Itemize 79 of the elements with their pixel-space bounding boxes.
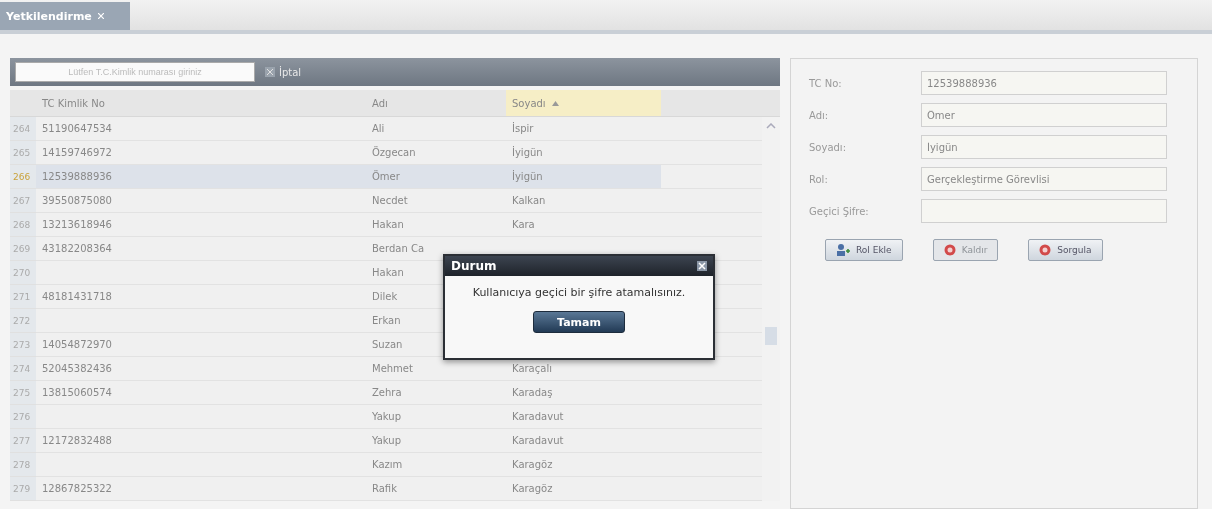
row-number: 270 xyxy=(10,261,36,285)
row-number: 279 xyxy=(10,477,36,501)
cancel-button[interactable]: İptal xyxy=(261,66,306,78)
column-header[interactable]: Soyadı xyxy=(506,90,661,117)
field-label: TC No: xyxy=(809,77,843,89)
table-cell[interactable]: Kara xyxy=(506,213,661,237)
row-number: 266 xyxy=(10,165,36,189)
close-icon[interactable] xyxy=(697,261,707,271)
table-cell[interactable]: Karagöz xyxy=(506,453,661,477)
user-plus-icon xyxy=(836,243,850,257)
table-cell[interactable]: 14054872970 xyxy=(36,333,366,357)
table-cell[interactable]: Necdet xyxy=(366,189,506,213)
table-cell[interactable]: Özgecan xyxy=(366,141,506,165)
input-field[interactable]: Gerçekleştirme Görevlisi xyxy=(921,167,1167,191)
table-cell[interactable]: Yakup xyxy=(366,405,506,429)
row-number: 267 xyxy=(10,189,36,213)
row-number: 264 xyxy=(10,117,36,141)
dialog-title: Durum xyxy=(451,259,497,273)
row-number: 272 xyxy=(10,309,36,333)
table-cell[interactable]: Karadavut xyxy=(506,429,661,453)
field-label: Rol: xyxy=(809,173,829,185)
input-field[interactable]: İyigün xyxy=(921,135,1167,159)
table-cell[interactable]: 12539888936 xyxy=(36,165,366,189)
action-button[interactable]: Rol Ekle xyxy=(825,239,903,261)
table-cell[interactable]: 39550875080 xyxy=(36,189,366,213)
table-cell[interactable]: Rafik xyxy=(366,477,506,501)
stop-icon xyxy=(943,244,956,256)
ok-button[interactable]: Tamam xyxy=(533,311,625,333)
table-cell[interactable]: Yakup xyxy=(366,429,506,453)
table-cell[interactable]: Hakan xyxy=(366,213,506,237)
row-number: 277 xyxy=(10,429,36,453)
table-cell[interactable]: Kazım xyxy=(366,453,506,477)
table-cell[interactable]: Karadavut xyxy=(506,405,661,429)
input-field[interactable]: Ömer xyxy=(921,103,1167,127)
row-number: 265 xyxy=(10,141,36,165)
table-cell[interactable]: Karadaş xyxy=(506,381,661,405)
scrollbar-thumb[interactable] xyxy=(765,327,777,345)
row-number: 268 xyxy=(10,213,36,237)
sort-arrow-icon xyxy=(551,100,559,106)
table-cell[interactable]: 43182208364 xyxy=(36,237,366,261)
table-cell[interactable]: Karagöz xyxy=(506,477,661,501)
table-cell[interactable]: 13815060574 xyxy=(36,381,366,405)
table-cell[interactable]: Mehmet xyxy=(366,357,506,381)
action-button[interactable]: Sorgula xyxy=(1028,239,1103,261)
field-label: Adı: xyxy=(809,109,830,121)
column-header xyxy=(10,90,36,117)
table-cell[interactable]: Zehra xyxy=(366,381,506,405)
table-cell[interactable]: İspir xyxy=(506,117,661,141)
row-number: 273 xyxy=(10,333,36,357)
table-cell[interactable]: 48181431718 xyxy=(36,285,366,309)
table-cell[interactable]: 14159746972 xyxy=(36,141,366,165)
row-number: 274 xyxy=(10,357,36,381)
table-cell[interactable]: 13213618946 xyxy=(36,213,366,237)
table-cell[interactable]: 52045382436 xyxy=(36,357,366,381)
input-field[interactable] xyxy=(921,199,1167,223)
table-cell[interactable]: İyigün xyxy=(506,165,661,189)
table-cell[interactable]: Ali xyxy=(366,117,506,141)
stop-icon xyxy=(1039,244,1052,256)
row-number: 275 xyxy=(10,381,36,405)
table-cell[interactable]: 12172832488 xyxy=(36,429,366,453)
row-number: 278 xyxy=(10,453,36,477)
search-field[interactable]: Lütfen T.C.Kimlik numarası giriniz xyxy=(15,62,255,82)
input-field[interactable]: 12539888936 xyxy=(921,71,1167,95)
table-cell[interactable]: 51190647534 xyxy=(36,117,366,141)
column-header[interactable]: Adı xyxy=(366,90,506,117)
table-cell[interactable]: 12867825322 xyxy=(36,477,366,501)
field-label: Soyadı: xyxy=(809,141,847,153)
cancel-icon xyxy=(265,67,275,77)
row-number: 271 xyxy=(10,285,36,309)
row-number: 269 xyxy=(10,237,36,261)
table-cell[interactable]: İyigün xyxy=(506,141,661,165)
scroll-up-icon[interactable] xyxy=(766,123,776,129)
row-number: 276 xyxy=(10,405,36,429)
close-icon[interactable] xyxy=(97,13,104,19)
field-label: Geçici Şifre: xyxy=(809,205,870,217)
table-cell[interactable]: Kalkan xyxy=(506,189,661,213)
tab[interactable]: Yetkilendirme xyxy=(0,2,130,30)
column-header[interactable]: TC Kimlik No xyxy=(36,90,366,117)
table-cell[interactable]: Ömer xyxy=(366,165,506,189)
